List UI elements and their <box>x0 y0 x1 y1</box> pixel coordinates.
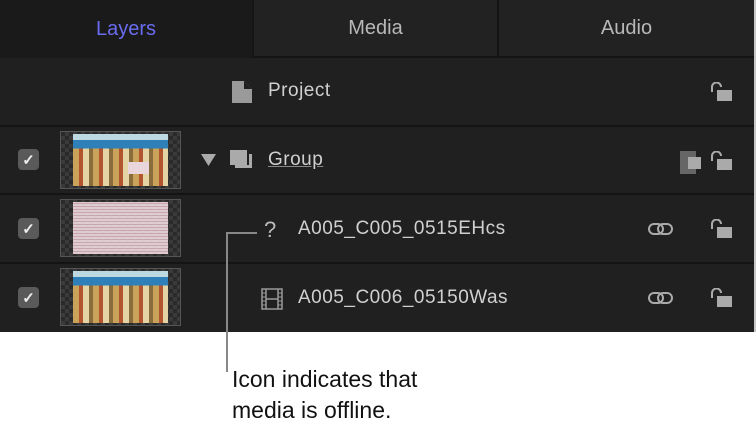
callout-text: Icon indicates that media is offline. <box>232 364 417 426</box>
callout-line-1: Icon indicates that <box>232 366 418 392</box>
callout-line-2: media is offline. <box>232 397 392 423</box>
